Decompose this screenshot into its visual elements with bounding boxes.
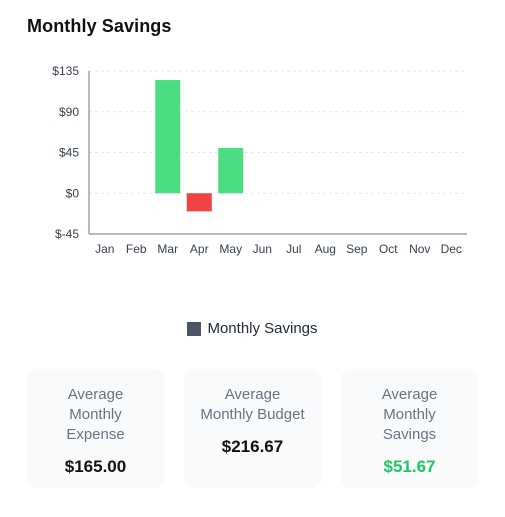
x-tick-label: May (219, 242, 242, 256)
card-value: $216.67 (221, 437, 284, 456)
average-expense-card: Average Monthly Expense $165.00 (27, 369, 164, 488)
x-tick-label: Jan (95, 242, 114, 256)
card-label: Average Monthly Expense (66, 386, 125, 443)
chart-legend[interactable]: Monthly Savings (0, 320, 505, 337)
bar-may (218, 147, 244, 194)
x-tick-label: Feb (126, 242, 147, 256)
summary-cards: Average Monthly Expense $165.00 Average … (27, 369, 478, 488)
x-tick-label: Aug (315, 242, 336, 256)
x-tick-label: Nov (409, 242, 430, 256)
x-tick-label: Dec (441, 242, 462, 256)
x-tick-label: Apr (190, 242, 209, 256)
y-tick-label: $90 (59, 105, 79, 119)
y-tick-label: $135 (52, 64, 79, 78)
card-label: Average Monthly Budget (200, 386, 305, 423)
legend-label: Monthly Savings (207, 320, 318, 337)
x-tick-label: Jun (253, 242, 272, 256)
bar-apr (186, 193, 212, 212)
x-tick-label: Mar (157, 242, 178, 256)
legend-swatch (187, 321, 202, 336)
y-tick-label: $0 (66, 186, 80, 200)
x-tick-label: Sep (346, 242, 368, 256)
x-tick-label: Jul (286, 242, 301, 256)
savings-bar-chart: $135 $90 $45 $0 $-45 Jan Feb Mar Apr May Jun Jul Aug… (52, 64, 467, 256)
x-tick-label: Oct (379, 242, 398, 256)
card-value: $51.67 (383, 457, 436, 476)
average-budget-card: Average Monthly Budget $216.67 (184, 369, 321, 488)
bar-mar (155, 80, 181, 194)
card-value: $165.00 (64, 457, 127, 476)
y-tick-label: $-45 (55, 227, 79, 241)
card-label: Average Monthly Savings (381, 386, 438, 443)
y-tick-label: $45 (59, 146, 79, 160)
average-savings-card: Average Monthly Savings $51.67 (341, 369, 478, 488)
